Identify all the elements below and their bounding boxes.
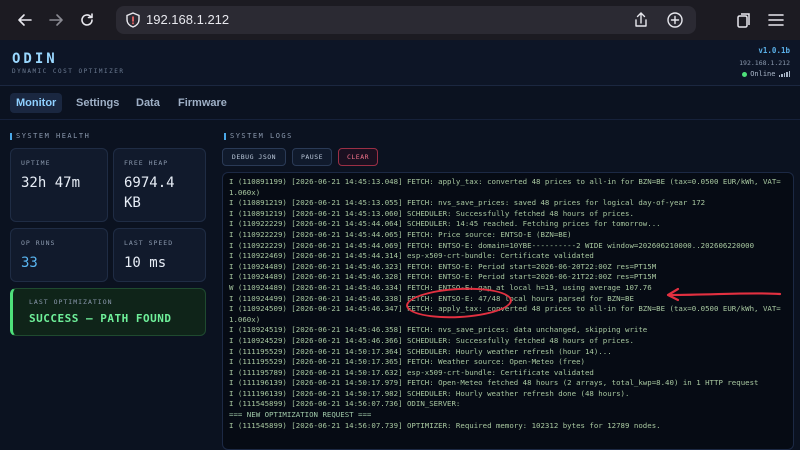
free-heap-value: 6974.4 KB bbox=[124, 175, 175, 211]
log-line: I (111196139) [2026-06-21 14:50:17.979] … bbox=[229, 378, 759, 388]
debug-json-button[interactable]: DEBUG JSON bbox=[222, 148, 286, 166]
tab-data[interactable]: Data bbox=[130, 93, 166, 113]
app-header: ODIN DYNAMIC COST OPTIMIZER v1.0.1b 192.… bbox=[0, 40, 800, 86]
system-health-title: SYSTEM HEALTH bbox=[9, 132, 91, 140]
uptime-value: 32h 47m bbox=[21, 175, 81, 191]
main-tabs: Monitor Settings Data Firmware bbox=[0, 86, 800, 120]
last-optimization-label: LAST OPTIMIZATION bbox=[29, 298, 113, 306]
log-line: I (110891219) [2026-06-21 14:45:13.055] … bbox=[229, 198, 706, 208]
host-label: 192.168.1.212 bbox=[739, 59, 790, 67]
version-label: v1.0.1b bbox=[758, 46, 790, 55]
log-line: I (110924519) [2026-06-21 14:45:46.358] … bbox=[229, 325, 648, 335]
log-line: I (110922229) [2026-06-21 14:45:44.064] … bbox=[229, 219, 661, 229]
back-arrow-icon[interactable] bbox=[14, 9, 36, 31]
address-bar[interactable]: 192.168.1.212 bbox=[116, 6, 696, 34]
log-line: I (110924489) [2026-06-21 14:45:46.323] … bbox=[229, 261, 657, 271]
signal-strength-icon bbox=[778, 71, 790, 77]
log-line: I (111195789) [2026-06-21 14:50:17.632] … bbox=[229, 367, 594, 377]
log-console[interactable]: I (110891199) [2026-06-21 14:45:13.048] … bbox=[222, 172, 794, 450]
log-line: I (111196139) [2026-06-21 14:50:17.982] … bbox=[229, 388, 630, 398]
last-speed-label: LAST SPEED bbox=[124, 239, 174, 247]
url-text: 192.168.1.212 bbox=[146, 12, 230, 27]
status-text: Online bbox=[750, 70, 776, 78]
log-line: I (111195529) [2026-06-21 14:50:17.364] … bbox=[229, 346, 612, 356]
tab-firmware[interactable]: Firmware bbox=[172, 93, 233, 113]
app-subtitle: DYNAMIC COST OPTIMIZER bbox=[12, 68, 125, 75]
last-speed-card: LAST SPEED 10 ms bbox=[113, 228, 206, 282]
last-speed-value: 10 ms bbox=[124, 255, 167, 271]
hamburger-menu-icon[interactable] bbox=[766, 10, 786, 30]
log-line: I (110922229) [2026-06-21 14:45:44.065] … bbox=[229, 229, 572, 239]
forward-arrow-icon[interactable] bbox=[45, 9, 67, 31]
free-heap-label: FREE HEAP bbox=[124, 159, 169, 167]
app-logo-title: ODIN bbox=[12, 51, 58, 67]
last-optimization-card: LAST OPTIMIZATION SUCCESS — PATH FOUND bbox=[10, 288, 206, 336]
pause-button[interactable]: PAUSE bbox=[292, 148, 332, 166]
clear-button[interactable]: CLEAR bbox=[338, 148, 378, 166]
log-line: === NEW OPTIMIZATION REQUEST === bbox=[229, 410, 372, 420]
browser-toolbar: 192.168.1.212 bbox=[0, 0, 800, 40]
online-dot-icon bbox=[742, 71, 748, 77]
tab-settings[interactable]: Settings bbox=[70, 93, 125, 113]
log-line: I (111545899) [2026-06-21 14:56:07.739] … bbox=[229, 420, 661, 430]
log-line: I (110924529) [2026-06-21 14:45:46.366] … bbox=[229, 335, 634, 345]
shield-warning-icon[interactable] bbox=[124, 11, 142, 29]
annotation-arrow-icon bbox=[666, 287, 782, 302]
log-line: I (110922229) [2026-06-21 14:45:44.069] … bbox=[229, 240, 755, 250]
share-icon[interactable] bbox=[632, 11, 650, 29]
op-runs-card: OP RUNS 33 bbox=[10, 228, 108, 282]
log-line: I (111195529) [2026-06-21 14:50:17.365] … bbox=[229, 357, 585, 367]
log-line: 1.060x) bbox=[229, 187, 261, 197]
op-runs-label: OP RUNS bbox=[21, 239, 56, 247]
tab-monitor[interactable]: Monitor bbox=[10, 93, 63, 113]
log-line: I (110891219) [2026-06-21 14:45:13.060] … bbox=[229, 208, 634, 218]
log-line: 1.060x) bbox=[229, 314, 261, 324]
last-optimization-status: SUCCESS — PATH FOUND bbox=[29, 312, 172, 325]
log-line: I (110922469) [2026-06-21 14:45:44.314] … bbox=[229, 251, 594, 261]
reload-icon[interactable] bbox=[76, 9, 98, 31]
log-line: I (110891199) [2026-06-21 14:45:13.048] … bbox=[229, 177, 781, 186]
tabs-icon[interactable] bbox=[734, 10, 754, 30]
system-logs-title: SYSTEM LOGS bbox=[224, 132, 293, 140]
new-message-icon[interactable] bbox=[666, 11, 684, 29]
uptime-label: UPTIME bbox=[21, 159, 51, 167]
uptime-card: UPTIME 32h 47m bbox=[10, 148, 108, 222]
log-line: I (111545899) [2026-06-21 14:56:07.736] … bbox=[229, 399, 461, 409]
free-heap-card: FREE HEAP 6974.4 KB bbox=[113, 148, 206, 222]
op-runs-value: 33 bbox=[21, 255, 38, 271]
connection-status: Online bbox=[742, 70, 790, 78]
